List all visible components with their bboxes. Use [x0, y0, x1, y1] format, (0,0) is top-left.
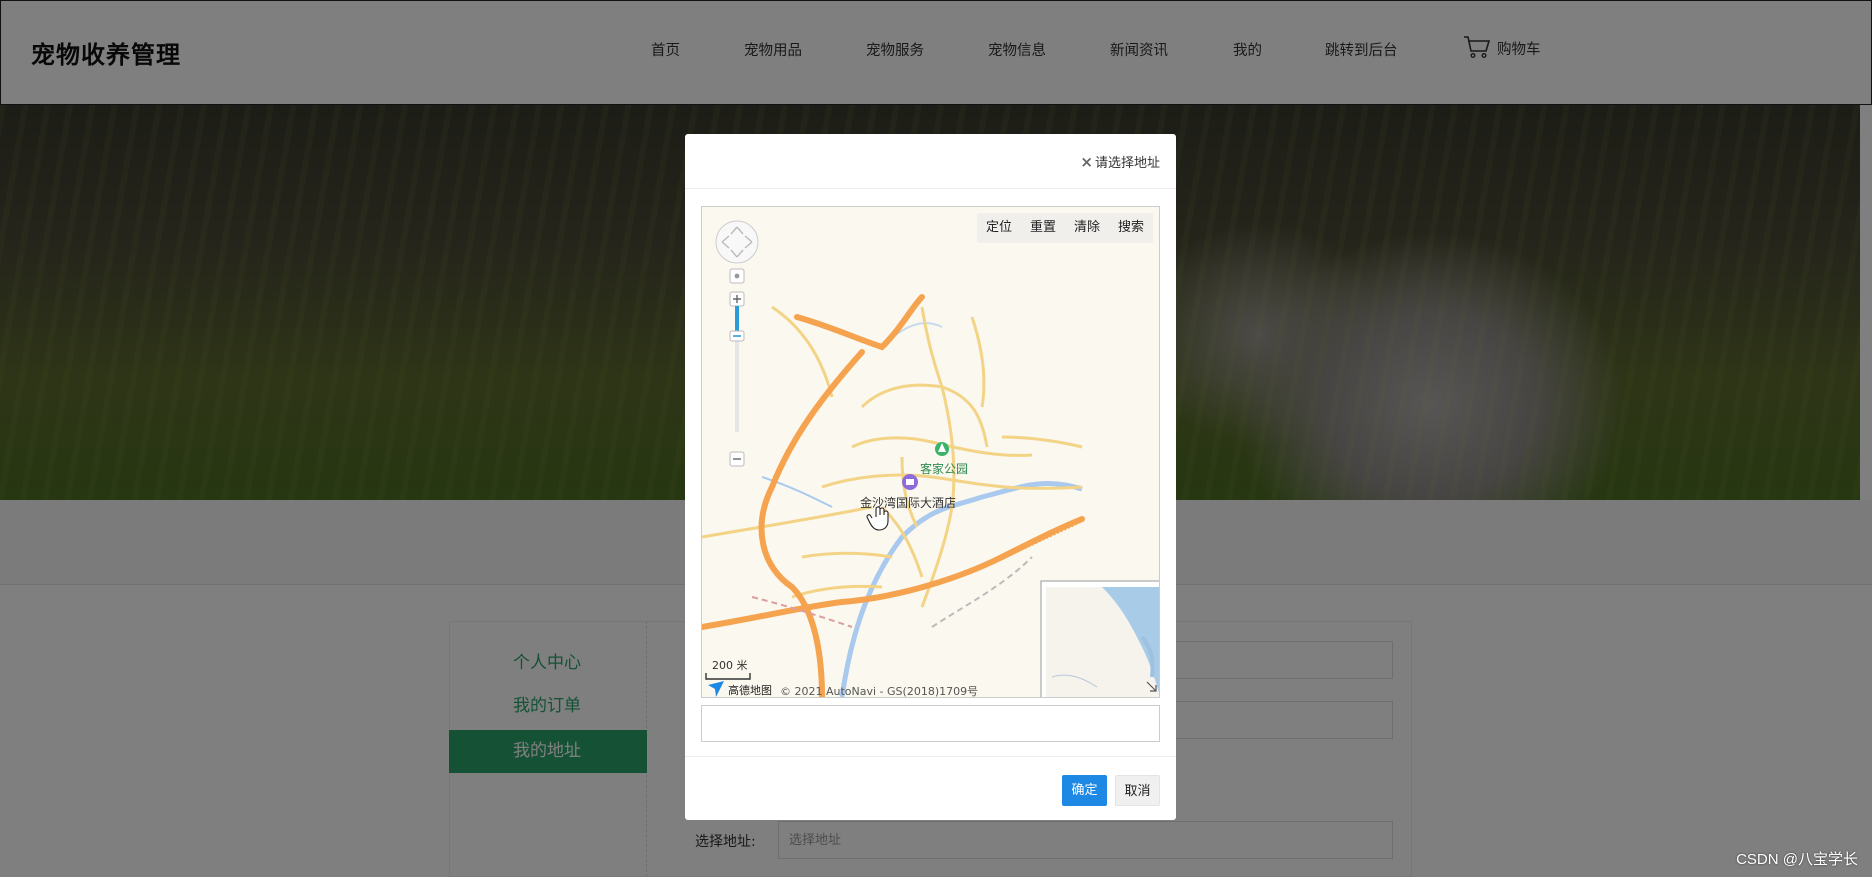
dialog-header: × 请选择地址 [685, 134, 1176, 189]
map-poi-park: 客家公园 [920, 461, 968, 476]
map-clear-button[interactable]: 清除 [1065, 213, 1109, 243]
map-toolbar: 定位 重置 清除 搜索 [976, 213, 1153, 243]
address-dialog: × 请选择地址 客家公园 金沙湾国际大酒店 200 米 高德地图 © 2021 … [685, 134, 1176, 820]
map-brand: 高德地图 [728, 683, 772, 697]
map-scale-label: 200 米 [712, 659, 748, 672]
dialog-close-button[interactable]: × 请选择地址 [1080, 152, 1160, 172]
cancel-button[interactable]: 取消 [1115, 775, 1160, 806]
map-copyright: © 2021 AutoNavi - GS(2018)1709号 [780, 685, 978, 698]
map-view[interactable]: 客家公园 金沙湾国际大酒店 200 米 高德地图 © 2021 AutoNavi… [701, 206, 1160, 698]
map-search-button[interactable]: 搜索 [1109, 213, 1153, 243]
close-icon: × [1080, 152, 1093, 171]
watermark: CSDN @八宝学长 [1736, 851, 1858, 868]
dialog-footer-divider [685, 756, 1176, 757]
map-search-input[interactable] [701, 705, 1160, 742]
map-reset-button[interactable]: 重置 [1021, 213, 1065, 243]
confirm-button[interactable]: 确定 [1062, 775, 1107, 806]
map-locate-button[interactable]: 定位 [977, 213, 1021, 243]
map-canvas: 客家公园 金沙湾国际大酒店 200 米 高德地图 © 2021 AutoNavi… [702, 207, 1159, 698]
dialog-title: 请选择地址 [1094, 156, 1160, 171]
map-poi-hotel: 金沙湾国际大酒店 [860, 495, 956, 510]
